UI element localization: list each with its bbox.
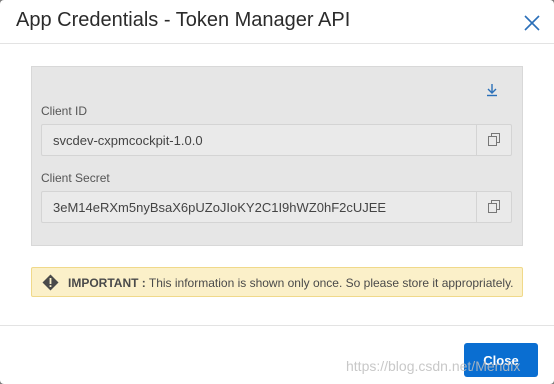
client-id-value: svcdev-cxpmcockpit-1.0.0 [53,133,203,148]
dialog-header: App Credentials - Token Manager API [0,0,554,44]
close-button[interactable]: Close [464,343,538,377]
alert-text: IMPORTANT : This information is shown on… [68,276,514,290]
download-icon[interactable] [485,83,499,97]
credentials-dialog: App Credentials - Token Manager API Clie… [0,0,554,384]
important-alert: IMPORTANT : This information is shown on… [31,267,523,297]
alert-strong: IMPORTANT : [68,276,146,290]
dialog-title: App Credentials - Token Manager API [16,9,351,31]
copy-icon [488,133,500,146]
close-icon[interactable] [521,12,543,34]
client-secret-value: 3eM14eRXm5nyBsaX6pUZoJIoKY2C1I9hWZ0hF2cU… [53,200,387,215]
footer-divider [0,325,554,326]
client-secret-field[interactable]: 3eM14eRXm5nyBsaX6pUZoJIoKY2C1I9hWZ0hF2cU… [41,191,512,223]
warning-icon [42,274,59,291]
copy-icon [488,200,500,213]
client-id-field[interactable]: svcdev-cxpmcockpit-1.0.0 [41,124,512,156]
alert-message: This information is shown only once. So … [145,276,514,290]
copy-client-secret-button[interactable] [476,192,511,222]
client-id-label: Client ID [41,104,88,118]
credentials-panel: Client ID svcdev-cxpmcockpit-1.0.0 Clien… [31,66,523,246]
copy-client-id-button[interactable] [476,125,511,155]
client-secret-label: Client Secret [41,171,110,185]
